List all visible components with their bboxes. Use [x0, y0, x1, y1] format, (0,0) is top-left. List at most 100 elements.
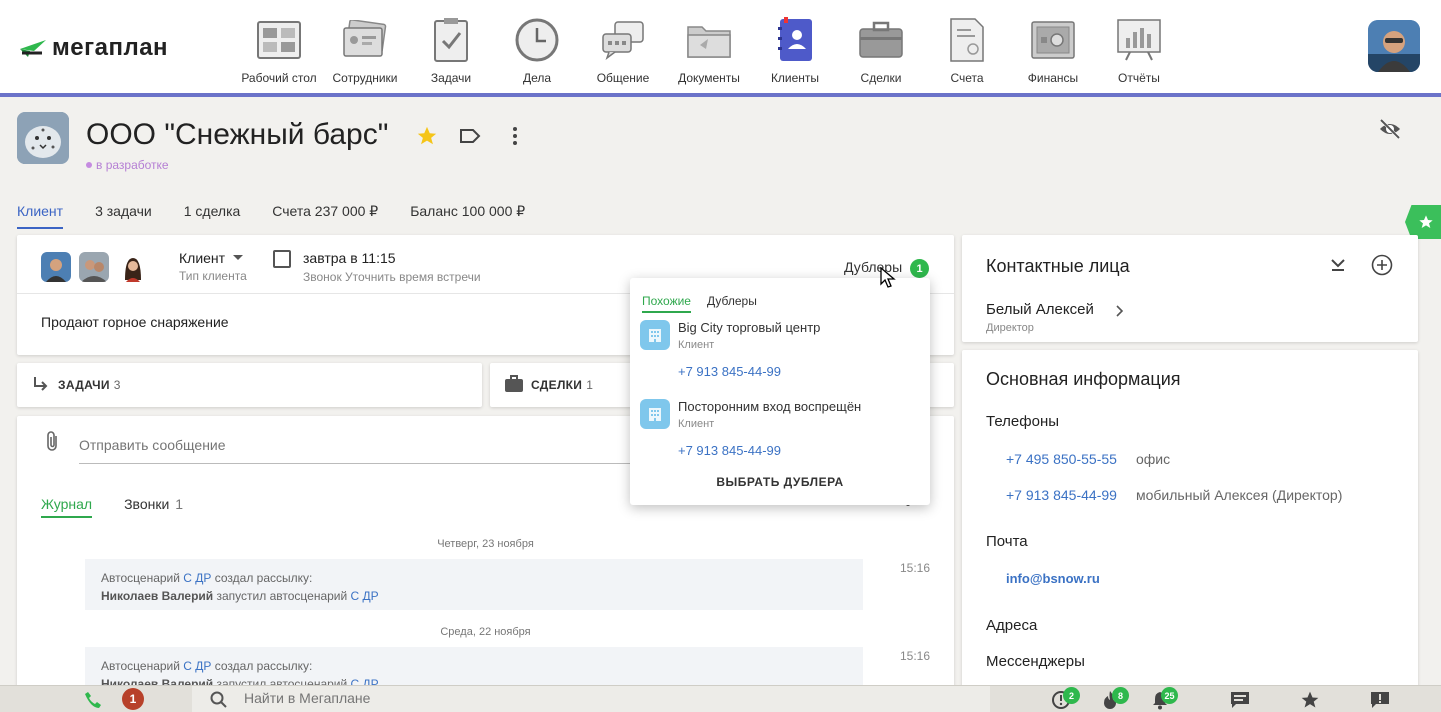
- nav-item-deals[interactable]: Сделки: [838, 0, 924, 93]
- duplicate-role: Клиент: [678, 418, 715, 430]
- messages-icon[interactable]: [1229, 689, 1251, 711]
- entry-text: Автосценарий: [101, 659, 184, 673]
- phone-link[interactable]: +7 913 845-44-99: [1006, 487, 1117, 503]
- nav-item-reports[interactable]: Отчёты: [1096, 0, 1182, 93]
- attachment-clip-icon[interactable]: [45, 430, 59, 452]
- duplicate-name[interactable]: Посторонним вход воспрещён: [678, 399, 861, 414]
- global-search: [192, 686, 990, 712]
- megaplan-logo[interactable]: мегаплан: [18, 34, 168, 62]
- duplicate-item[interactable]: Big City торговый центр Клиент +7 913 84…: [640, 320, 920, 390]
- nav-label: Документы: [678, 71, 740, 85]
- tab-invoices[interactable]: Счета 237 000 ₽: [272, 203, 378, 229]
- phone-link[interactable]: +7 495 850-55-55: [1006, 451, 1117, 467]
- alert-clock-icon[interactable]: 2: [1050, 687, 1080, 711]
- tab-journal-label: Журнал: [41, 496, 93, 512]
- bell-icon[interactable]: 25: [1149, 687, 1178, 711]
- entry-time: 15:16: [900, 649, 931, 663]
- tag-icon[interactable]: [458, 124, 482, 148]
- tab-duplicates[interactable]: Дублеры: [707, 294, 757, 313]
- duplicates-count-badge[interactable]: 1: [910, 259, 929, 278]
- client-type-caption: Тип клиента: [179, 269, 247, 283]
- nav-item-clients[interactable]: Клиенты: [752, 0, 838, 93]
- tab-balance[interactable]: Баланс 100 000 ₽: [410, 203, 525, 229]
- tab-deals[interactable]: 1 сделка: [184, 203, 241, 229]
- tab-calls[interactable]: Звонки 1: [124, 496, 183, 518]
- tab-tasks[interactable]: 3 задачи: [95, 203, 152, 229]
- tab-similar[interactable]: Похожие: [642, 294, 691, 313]
- page-title: ООО "Снежный барс": [86, 118, 389, 151]
- tasks-section-count: 3: [113, 378, 121, 392]
- scenario-link[interactable]: С ДР: [183, 659, 211, 673]
- invoice-icon: [944, 17, 990, 63]
- chevron-right-icon[interactable]: [1116, 305, 1124, 317]
- search-input[interactable]: [244, 690, 844, 706]
- select-duplicate-button[interactable]: ВЫБРАТЬ ДУБЛЕРА: [630, 475, 930, 489]
- duplicate-phone[interactable]: +7 913 845-44-99: [678, 443, 781, 458]
- nav-label: Отчёты: [1118, 71, 1160, 85]
- duplicate-name[interactable]: Big City торговый центр: [678, 320, 820, 335]
- phone-note: офис: [1136, 451, 1171, 467]
- favorites-panel-star-icon[interactable]: [1405, 205, 1441, 239]
- message-input[interactable]: [79, 426, 639, 464]
- more-options-icon[interactable]: [503, 124, 527, 148]
- tasks-section[interactable]: ЗАДАЧИ 3: [17, 363, 482, 407]
- email-link[interactable]: info@bsnow.ru: [1006, 571, 1100, 586]
- status-badge[interactable]: в разработке: [86, 158, 169, 172]
- favorite-star-icon[interactable]: [415, 124, 439, 148]
- collapse-down-icon[interactable]: [1330, 256, 1346, 272]
- scenario-link[interactable]: С ДР: [183, 571, 211, 585]
- duplicate-item[interactable]: Посторонним вход воспрещён Клиент +7 913…: [640, 399, 920, 469]
- scenario-link[interactable]: С ДР: [351, 589, 379, 603]
- address-heading: Адреса: [986, 617, 1038, 634]
- task-time[interactable]: завтра в 11:15: [303, 250, 396, 266]
- tab-journal[interactable]: Журнал: [41, 496, 93, 518]
- nav-item-tasks[interactable]: Задачи: [408, 0, 494, 93]
- nav-item-desktop[interactable]: Рабочий стол: [236, 0, 322, 93]
- contact-person-name[interactable]: Белый Алексей: [986, 301, 1094, 318]
- clock-icon: [514, 17, 560, 63]
- tab-client[interactable]: Клиент: [17, 203, 64, 229]
- feedback-alert-icon[interactable]: [1369, 689, 1391, 711]
- duplicate-phone[interactable]: +7 913 845-44-99: [678, 364, 781, 379]
- hot-fire-icon[interactable]: 8: [1099, 687, 1129, 711]
- nav-item-affairs[interactable]: Дела: [494, 0, 580, 93]
- entry-text: запустил автосценарий: [213, 589, 351, 603]
- entry-user[interactable]: Николаев Валерий: [101, 589, 213, 603]
- tasks-section-title: ЗАДАЧИ: [58, 378, 110, 392]
- avatar[interactable]: [79, 252, 109, 282]
- task-checkbox[interactable]: [273, 250, 291, 268]
- missed-calls-badge[interactable]: 1: [122, 688, 144, 710]
- hot-count-badge: 8: [1112, 687, 1129, 704]
- nav-item-invoices[interactable]: Счета: [924, 0, 1010, 93]
- hide-eye-icon[interactable]: [1378, 118, 1402, 140]
- nav-item-documents[interactable]: Документы: [666, 0, 752, 93]
- user-avatar[interactable]: [1368, 20, 1420, 72]
- nav-item-finance[interactable]: Финансы: [1010, 0, 1096, 93]
- status-dot-icon: [86, 162, 92, 168]
- folder-icon: [686, 17, 732, 63]
- main-nav: Рабочий стол Сотрудники Задачи Дела Обще…: [236, 0, 1182, 97]
- nav-label: Финансы: [1027, 71, 1079, 85]
- contacts-title: Контактные лица: [986, 256, 1130, 276]
- nav-item-employees[interactable]: Сотрудники: [322, 0, 408, 93]
- briefcase-icon: [858, 17, 904, 63]
- entry-text: Автосценарий: [101, 571, 184, 585]
- deals-section-label: СДЕЛКИ 1: [531, 378, 593, 392]
- nav-item-communication[interactable]: Общение: [580, 0, 666, 93]
- subtask-arrow-icon: [34, 377, 48, 391]
- search-icon[interactable]: [210, 691, 228, 709]
- add-contact-icon[interactable]: [1371, 254, 1393, 276]
- messengers-heading: Мессенджеры: [986, 653, 1085, 670]
- main-info-card: Основная информация Телефоны +7 495 850-…: [962, 350, 1418, 690]
- tab-calls-label: Звонки: [124, 496, 170, 512]
- avatar[interactable]: [41, 252, 71, 282]
- status-text: в разработке: [96, 158, 169, 172]
- client-type-selector[interactable]: Клиент Тип клиента: [179, 250, 247, 283]
- alerts-count-badge: 2: [1063, 687, 1080, 704]
- phone-icon[interactable]: [82, 689, 104, 711]
- chevron-down-icon: [233, 255, 244, 260]
- day-separator: Четверг, 23 ноября: [437, 538, 534, 550]
- nav-label: Рабочий стол: [241, 71, 317, 85]
- favorites-star-icon[interactable]: [1299, 689, 1321, 711]
- avatar[interactable]: [118, 252, 148, 282]
